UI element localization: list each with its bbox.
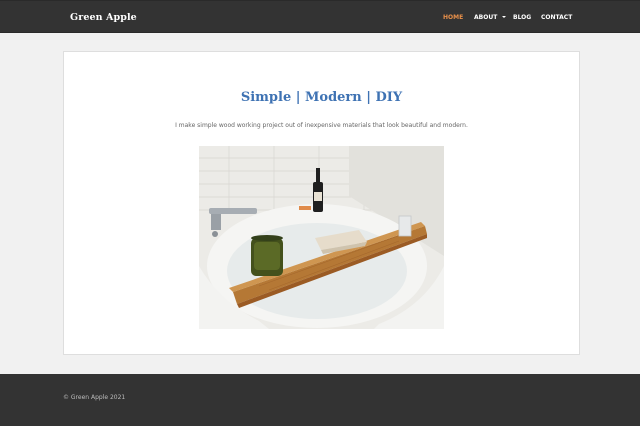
nav-about[interactable]: ABOUT bbox=[474, 14, 507, 21]
page-subtitle: I make simple wood working project out o… bbox=[175, 122, 468, 129]
nav-blog[interactable]: BLOG bbox=[513, 14, 531, 21]
nav-contact[interactable]: CONTACT bbox=[541, 14, 572, 21]
nav-blog-label: BLOG bbox=[513, 14, 532, 21]
nav-about-label: ABOUT bbox=[474, 14, 498, 21]
caret-down-icon bbox=[502, 16, 507, 18]
bathtub-caddy-image bbox=[199, 146, 444, 329]
top-navbar: Green Apple HOME ABOUT BLOG CONTACT bbox=[0, 0, 640, 33]
copyright-text: © Green Apple 2021 bbox=[63, 394, 126, 401]
bathtub-caddy-photo bbox=[199, 146, 444, 329]
nav-home-label: HOME bbox=[443, 14, 464, 21]
content-card: Simple | Modern | DIY I make simple wood… bbox=[63, 51, 580, 355]
page-title: Simple | Modern | DIY bbox=[240, 90, 403, 105]
nav-contact-label: CONTACT bbox=[541, 14, 573, 21]
nav-home[interactable]: HOME bbox=[443, 14, 463, 21]
main-nav: HOME ABOUT BLOG CONTACT bbox=[0, 14, 640, 24]
page-footer: © Green Apple 2021 bbox=[0, 374, 640, 426]
